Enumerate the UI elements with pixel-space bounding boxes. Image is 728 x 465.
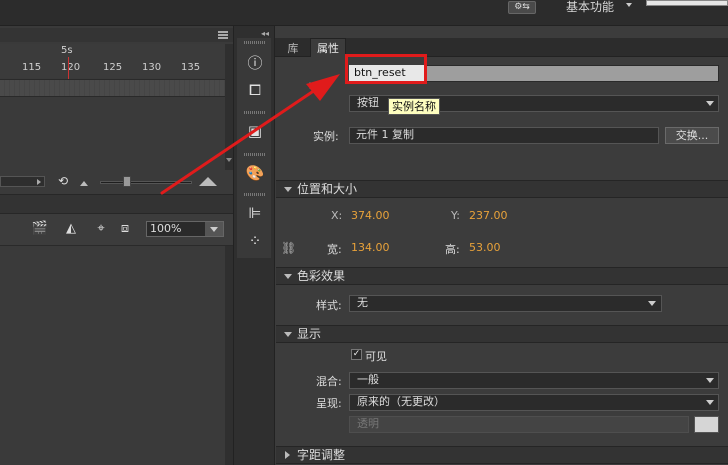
panel-divider [0,194,233,214]
annotation-highlight-box [345,54,427,84]
visible-label[interactable]: 可见 [365,348,387,364]
timeline-header [0,28,233,42]
library-icon[interactable]: ▣ [245,121,265,141]
render-value[interactable]: 原来的（无更改） [357,395,445,409]
grip-handle[interactable] [244,111,266,114]
symbol-type-value[interactable]: 按钮 [357,96,379,110]
clapperboard-icon[interactable]: 🎬 [31,221,49,237]
edit-symbols-icon[interactable]: ◭ [60,221,82,237]
collapse-panels-icon[interactable]: ◂◂ [261,29,269,38]
section-title[interactable]: 位置和大小 [297,181,357,197]
transparent-label: 透明 [357,417,379,430]
x-value[interactable]: 374.00 [351,209,390,222]
instance-label: 实例: [313,130,339,143]
chevron-down-icon[interactable] [706,101,714,106]
transparent-field [349,416,689,433]
align-icon[interactable]: ⊫ [245,203,265,223]
workspace-switcher[interactable]: 基本功能 [566,0,614,14]
blend-value[interactable]: 一般 [357,373,379,387]
stage-zoom-value[interactable]: 100% [150,222,181,235]
width-label: 宽: [327,243,342,256]
section-title[interactable]: 色彩效果 [297,268,345,284]
height-value[interactable]: 53.00 [469,241,501,254]
window-controls[interactable] [646,0,728,6]
timeline-zoom-thumb[interactable] [123,176,131,187]
application-bar [0,0,728,26]
playhead[interactable] [68,57,69,79]
section-title[interactable]: 字距调整 [297,447,345,463]
crosshair-icon[interactable]: ⌖ [94,221,108,237]
scroll-right-icon[interactable] [37,179,41,185]
panel-menu-icon[interactable] [218,31,228,39]
height-label: 高: [445,243,460,256]
ruler-seconds-label: 5s [61,45,73,56]
chevron-down-icon[interactable] [626,3,632,7]
scroll-down-icon[interactable] [226,158,232,162]
blend-select[interactable] [349,372,719,389]
render-label: 呈现: [316,397,342,410]
y-label: Y: [451,209,460,222]
motion-presets-icon[interactable]: ⁘ [245,231,265,251]
swap-button[interactable]: 交换... [665,127,719,144]
ruler-frame-label: 125 [103,62,123,73]
section-display[interactable] [276,325,728,343]
instance-of-value: 元件 1 复制 [356,128,414,141]
ruler-frame-label: 135 [181,62,201,73]
visible-checkbox[interactable]: ✓ [351,349,362,360]
instance-name-tooltip: 实例名称 [388,98,440,115]
background-color-swatch [694,416,719,433]
zoom-out-icon[interactable] [80,181,88,186]
tab-library[interactable]: 库 [279,40,307,57]
timeline-zoom-slider[interactable] [100,181,192,184]
button-symbol-icon: ☞ [308,79,320,94]
frame-cells[interactable] [0,79,225,97]
blend-label: 混合: [316,375,342,388]
timeline-vertical-scrollbar[interactable] [225,44,233,170]
tab-properties[interactable]: 属性 [310,38,346,57]
timeline-layers-area[interactable] [0,97,225,171]
grip-handle[interactable] [244,193,266,196]
y-value[interactable]: 237.00 [469,209,508,222]
ruler-frame-label: 130 [142,62,162,73]
expand-caret-icon[interactable] [284,332,292,337]
clip-to-stage-icon[interactable]: ⧈ [118,221,132,237]
loop-icon[interactable]: ⟲ [56,174,70,188]
style-value[interactable]: 无 [357,296,368,310]
grip-handle[interactable] [244,153,266,156]
width-value[interactable]: 134.00 [351,241,390,254]
chevron-down-icon[interactable] [706,378,714,383]
sync-settings-button[interactable]: ⚙⇆ [508,1,536,14]
style-select[interactable] [349,295,662,312]
expand-caret-icon[interactable] [284,187,292,192]
zoom-in-icon[interactable] [199,177,217,186]
style-label: 样式: [316,299,342,312]
chevron-down-icon[interactable] [706,400,714,405]
transform-icon[interactable]: ⧠ [245,80,265,100]
ruler-frame-label: 115 [22,62,42,73]
expand-caret-icon[interactable] [284,274,292,279]
x-label: X: [331,209,343,222]
chevron-down-icon[interactable] [648,301,656,306]
ruler-frame-label: 120 [61,62,81,73]
frame-ruler[interactable]: 115 120 125 130 135 [0,44,225,78]
section-title[interactable]: 显示 [297,326,321,342]
link-icon[interactable]: ⛓ [281,241,296,255]
grip-handle[interactable] [244,41,266,44]
stage-vertical-scrollbar[interactable] [225,246,233,465]
info-icon[interactable]: ⓘ [245,53,265,73]
color-palette-icon[interactable]: 🎨 [245,163,265,183]
chevron-down-icon[interactable] [210,227,218,232]
expand-caret-icon[interactable] [285,451,290,459]
stage-canvas[interactable] [0,246,233,465]
